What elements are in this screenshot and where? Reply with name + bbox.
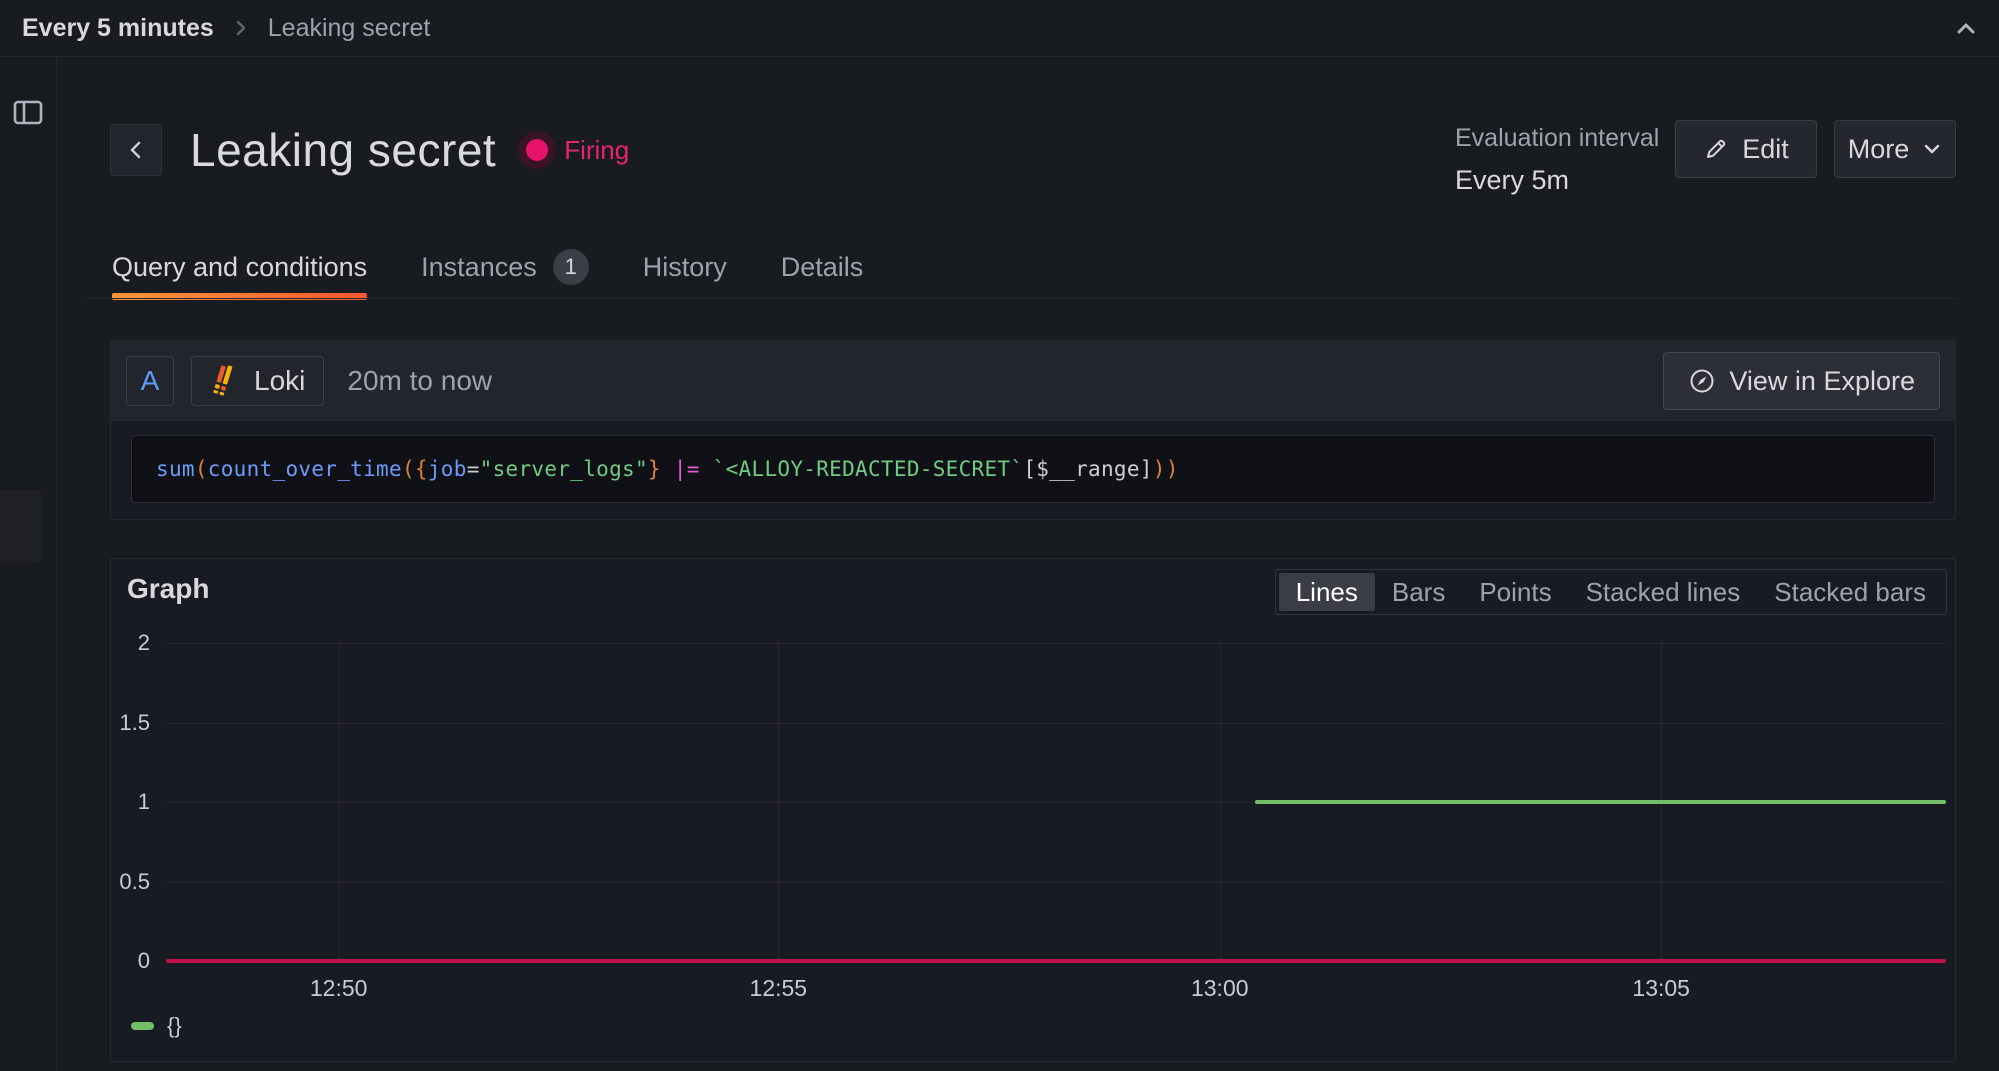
y-axis-tick-label: 0.5 — [119, 869, 150, 895]
query-body: sum(count_over_time({job="server_logs"} … — [111, 421, 1955, 503]
pencil-icon — [1703, 136, 1729, 162]
tab-label: Details — [781, 252, 864, 283]
chart-plot: 21.510.5012:5012:5513:0013:05 — [166, 643, 1946, 961]
series-line- — [1255, 800, 1946, 804]
left-rail — [0, 57, 57, 1071]
query-expression: sum(count_over_time({job="server_logs"} … — [131, 435, 1935, 503]
code-token: [$__range] — [1023, 457, 1152, 481]
query-header-row: A Loki 20m to now View in Explore — [111, 341, 1955, 421]
code-token: `<ALLOY-REDACTED-SECRET` — [713, 457, 1024, 481]
code-token: |= — [674, 457, 700, 481]
edit-button[interactable]: Edit — [1675, 120, 1817, 178]
graph-panel: Graph Lines Bars Points Stacked lines St… — [110, 558, 1956, 1062]
more-button-label: More — [1848, 134, 1910, 165]
code-token: "server_logs" — [480, 457, 648, 481]
rail-scroll-indicator — [0, 490, 42, 562]
compass-icon — [1688, 367, 1716, 395]
x-gridline — [778, 643, 779, 961]
instances-count-badge: 1 — [553, 249, 589, 285]
code-token: { — [415, 457, 428, 481]
page-title: Leaking secret — [190, 123, 496, 177]
x-axis-tick-label: 12:55 — [750, 975, 808, 1002]
page-header: Leaking secret Firing — [110, 118, 629, 182]
datasource-button[interactable]: Loki — [191, 356, 324, 406]
more-button[interactable]: More — [1834, 120, 1956, 178]
y-gridline — [166, 643, 1946, 644]
code-token: job — [428, 457, 467, 481]
tab-history[interactable]: History — [643, 250, 727, 298]
evaluation-interval-block: Evaluation interval Every 5m — [1455, 124, 1659, 196]
top-nav-bar: Every 5 minutes Leaking secret — [0, 0, 1999, 57]
series-line-zerobaseline — [166, 959, 1946, 963]
graph-mode-toggle: Lines Bars Points Stacked lines Stacked … — [1275, 569, 1947, 615]
firing-dot-icon — [526, 139, 548, 161]
mode-points[interactable]: Points — [1462, 573, 1568, 611]
tab-label: History — [643, 252, 727, 283]
code-token: )) — [1153, 457, 1179, 481]
x-axis-tick-label: 12:50 — [310, 975, 368, 1002]
chevron-left-icon — [125, 139, 147, 161]
loki-logo-icon — [210, 365, 240, 397]
graph-panel-title: Graph — [127, 573, 209, 605]
y-axis-tick-label: 1 — [138, 789, 150, 815]
code-token: } — [648, 457, 661, 481]
chart-legend: {} — [131, 1013, 182, 1039]
x-axis-tick-label: 13:05 — [1632, 975, 1690, 1002]
tab-query-and-conditions[interactable]: Query and conditions — [112, 250, 367, 298]
code-token: ( — [195, 457, 208, 481]
chevron-right-icon — [232, 19, 250, 37]
chevron-up-icon[interactable] — [1951, 14, 1981, 44]
y-axis-tick-label: 2 — [138, 630, 150, 656]
view-in-explore-label: View in Explore — [1729, 366, 1915, 397]
y-gridline — [166, 723, 1946, 724]
query-card: A Loki 20m to now View in Explore — [110, 340, 1956, 520]
alert-state-badge: Firing — [526, 135, 629, 166]
code-token — [700, 457, 713, 481]
tab-label: Query and conditions — [112, 252, 367, 283]
view-in-explore-button[interactable]: View in Explore — [1663, 352, 1940, 410]
y-gridline — [166, 882, 1946, 883]
chevron-down-icon — [1922, 139, 1942, 159]
evaluation-interval-label: Evaluation interval — [1455, 124, 1659, 153]
mode-stacked-lines[interactable]: Stacked lines — [1569, 573, 1758, 611]
code-token: sum — [156, 457, 195, 481]
legend-series-label: {} — [167, 1013, 182, 1039]
legend-item[interactable]: {} — [131, 1013, 182, 1039]
alert-state-label: Firing — [564, 135, 629, 166]
query-ref-id-button[interactable]: A — [126, 356, 174, 406]
evaluation-interval-value: Every 5m — [1455, 165, 1659, 196]
time-range-label: 20m to now — [347, 365, 492, 397]
code-token: ( — [402, 457, 415, 481]
x-gridline — [1220, 643, 1221, 961]
tabs-divider — [86, 298, 1956, 299]
panel-left-toggle-icon[interactable] — [11, 95, 45, 129]
x-gridline — [339, 643, 340, 961]
tab-details[interactable]: Details — [781, 250, 864, 298]
tab-instances[interactable]: Instances 1 — [421, 250, 589, 298]
breadcrumb-folder[interactable]: Every 5 minutes — [22, 14, 214, 43]
y-axis-tick-label: 1.5 — [119, 710, 150, 736]
y-axis-tick-label: 0 — [138, 948, 150, 974]
tab-label: Instances — [421, 252, 537, 283]
x-axis-tick-label: 13:00 — [1191, 975, 1249, 1002]
breadcrumb-current: Leaking secret — [268, 14, 431, 43]
code-token — [661, 457, 674, 481]
tab-bar: Query and conditions Instances 1 History… — [112, 250, 863, 298]
mode-lines[interactable]: Lines — [1279, 573, 1375, 611]
legend-series-swatch — [131, 1022, 154, 1030]
code-token: count_over_time — [208, 457, 402, 481]
back-button[interactable] — [110, 124, 162, 176]
datasource-name: Loki — [254, 365, 305, 397]
mode-stacked-bars[interactable]: Stacked bars — [1757, 573, 1943, 611]
mode-bars[interactable]: Bars — [1375, 573, 1462, 611]
code-token: = — [467, 457, 480, 481]
edit-button-label: Edit — [1742, 134, 1789, 165]
